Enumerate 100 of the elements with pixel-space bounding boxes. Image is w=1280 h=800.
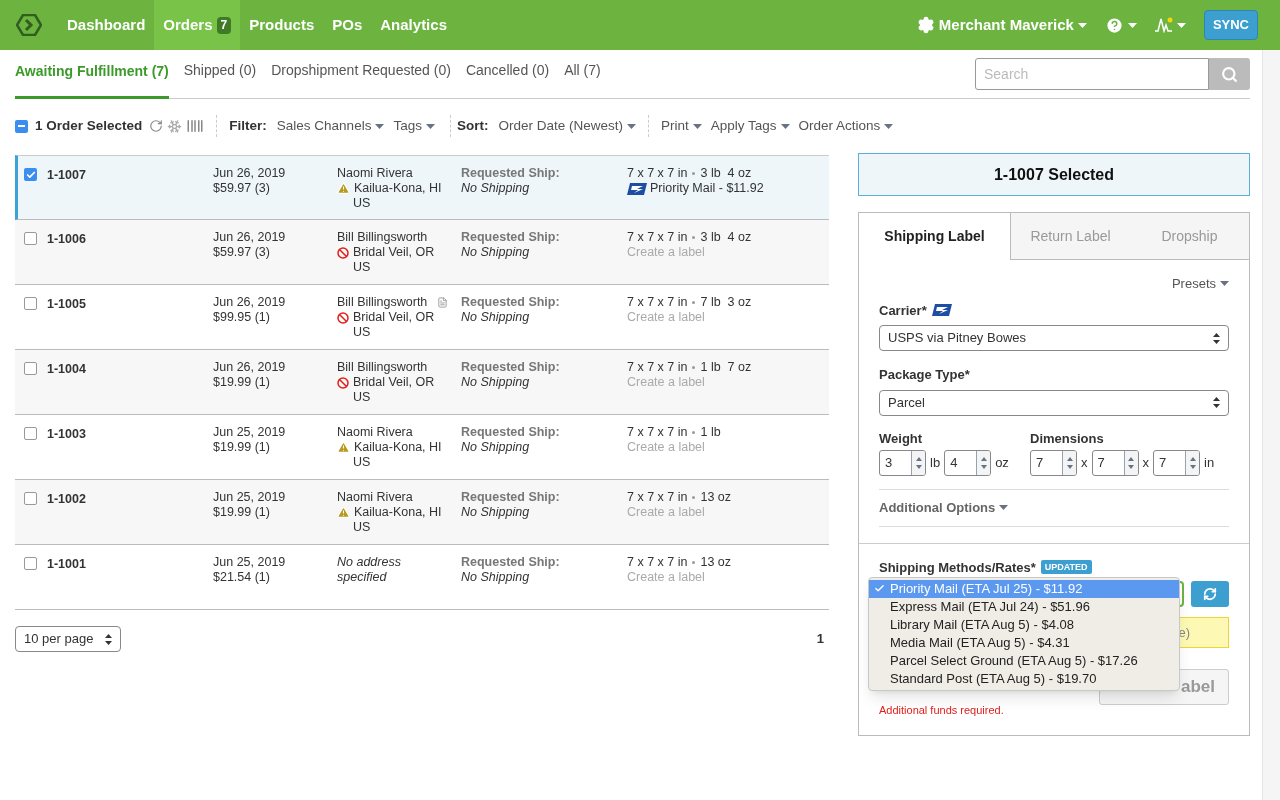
status-tab[interactable]: Dropshipment Requested (0)	[271, 60, 451, 98]
order-number[interactable]: 1-1006	[47, 230, 213, 284]
shipping-methods-label: Shipping Methods/Rates*	[879, 558, 1036, 577]
snowflake-icon[interactable]	[167, 118, 183, 134]
page-number[interactable]: 1	[816, 629, 824, 649]
package-dimensions: 7 x 7 x 7 in	[627, 166, 688, 181]
order-number[interactable]: 1-1002	[47, 490, 213, 544]
filter-dropdown[interactable]: Tags	[393, 115, 435, 137]
requested-ship-label: Requested Ship:	[461, 166, 561, 181]
stepper-arrows-icon	[1185, 451, 1199, 475]
order-number[interactable]: 1-1005	[47, 295, 213, 349]
customer-city: Bridal Veil, OR	[353, 310, 435, 325]
carrier-select[interactable]: USPS via Pitney Bowes	[879, 325, 1229, 351]
customer-name: Bill Billingsworth	[337, 295, 428, 310]
shipping-rate: Priority Mail - $11.92	[650, 181, 764, 196]
package-dimensions: 7 x 7 x 7 in	[627, 295, 688, 310]
selected-order-banner: 1-1007 Selected	[858, 153, 1250, 196]
filter-dropdown[interactable]: Sales Channels	[276, 115, 385, 137]
order-total: $59.97 (3)	[213, 245, 271, 260]
status-tab[interactable]: Shipped (0)	[183, 60, 257, 98]
row-checkbox[interactable]	[24, 427, 37, 440]
caret-icon	[1127, 22, 1137, 28]
hexagon-logo[interactable]	[16, 14, 42, 36]
rate-option[interactable]: Express Mail (ETA Jul 24) - $51.96	[869, 597, 1179, 616]
row-checkbox[interactable]	[24, 362, 37, 375]
row-checkbox[interactable]	[24, 557, 37, 570]
dimension-stepper[interactable]: 7	[1153, 450, 1200, 476]
warning-icon	[337, 506, 350, 519]
customer-city: Kailua-Kona, HI	[354, 440, 442, 455]
requested-ship-label: Requested Ship:	[461, 230, 561, 245]
refresh-rates-button[interactable]	[1191, 581, 1229, 607]
help-menu-button[interactable]	[1104, 15, 1137, 35]
activity-menu-button[interactable]	[1154, 17, 1186, 33]
barcode-icon[interactable]	[186, 117, 205, 135]
package-type-select[interactable]: Parcel	[879, 389, 1229, 416]
status-tab[interactable]: All (7)	[564, 60, 601, 98]
order-total: $59.97 (3)	[213, 181, 271, 196]
caret-icon	[425, 123, 435, 129]
status-tab[interactable]: Cancelled (0)	[465, 60, 550, 98]
order-total: $21.54 (1)	[213, 570, 271, 585]
order-date: Jun 25, 2019	[213, 555, 287, 570]
requested-ship-label: Requested Ship:	[461, 360, 561, 375]
package-weight: 1 lb 7 oz	[700, 360, 752, 375]
row-checkbox[interactable]	[24, 232, 37, 245]
stepper-arrows-icon	[1062, 451, 1076, 475]
search-field[interactable]: Search	[975, 58, 1209, 90]
search-icon	[1221, 65, 1238, 83]
status-tab[interactable]: Awaiting Fulfillment (7)	[15, 61, 169, 99]
order-row[interactable]: 1-1006 Jun 26, 2019 $59.97 (3) Bill Billingsworth Bridal Veil, OR US Requested Ship: No Shipping 7 x 7 x 7 in 3 lb 4 oz Create a label	[15, 220, 829, 285]
select-arrows-icon	[105, 633, 113, 645]
action-dropdown[interactable]: Print	[660, 115, 702, 137]
order-row[interactable]: 1-1007 Jun 26, 2019 $59.97 (3) Naomi Rivera Kailua-Kona, HI US Requested Ship: No Shipping 7 x 7 x 7 in 3 lb 4 oz Priority Mail - $11.92	[15, 155, 829, 220]
rates-dropdown-menu[interactable]	[868, 576, 1180, 691]
dimension-stepper[interactable]: 7	[1091, 450, 1139, 476]
order-total: $99.95 (1)	[213, 310, 271, 325]
customer-country: US	[352, 455, 372, 470]
warning-icon	[337, 182, 350, 195]
rate-option[interactable]: Parcel Select Ground (ETA Aug 5) - $17.26	[869, 651, 1179, 670]
package-dimensions: 7 x 7 x 7 in	[627, 555, 688, 570]
package-dimensions: 7 x 7 x 7 in	[627, 360, 688, 375]
order-total: $19.99 (1)	[213, 440, 271, 455]
row-checkbox[interactable]	[24, 492, 37, 505]
order-number[interactable]: 1-1007	[47, 166, 213, 219]
package-type-label: Package Type*	[879, 366, 971, 384]
rate-option[interactable]: Standard Post (ETA Aug 5) - $19.70	[869, 669, 1179, 688]
customer-city: Kailua-Kona, HI	[354, 181, 442, 196]
order-total: $19.99 (1)	[213, 505, 271, 520]
select-all-checkbox[interactable]	[15, 119, 28, 133]
filter-label: Filter:	[229, 116, 267, 135]
selection-count: 1 Order Selected	[35, 116, 143, 135]
requested-ship-value: No Shipping	[461, 310, 531, 325]
sort-dropdown[interactable]: Order Date (Newest)	[498, 115, 636, 137]
presets-dropdown[interactable]: Presets	[1171, 274, 1229, 294]
order-number[interactable]: 1-1004	[47, 360, 213, 414]
customer-country: US	[352, 196, 372, 211]
search-button[interactable]	[1209, 58, 1250, 90]
order-number[interactable]: 1-1003	[47, 425, 213, 479]
order-date: Jun 25, 2019	[213, 490, 287, 505]
dimension-stepper[interactable]: 7	[1030, 450, 1077, 476]
sort-label: Sort:	[456, 116, 489, 135]
action-dropdown[interactable]: Apply Tags	[710, 115, 790, 137]
order-number[interactable]: 1-1001	[47, 555, 213, 609]
order-row[interactable]: 1-1004 Jun 26, 2019 $19.99 (1) Bill Billingsworth Bridal Veil, OR US Requested Ship: No Shipping 7 x 7 x 7 in 1 lb 7 oz Create a label	[15, 350, 829, 415]
help-icon	[1104, 15, 1124, 35]
nav-item[interactable]: Orders 7	[154, 0, 241, 50]
weight-label: Weight	[879, 429, 924, 448]
order-date: Jun 26, 2019	[213, 230, 287, 245]
additional-options-toggle[interactable]: Additional Options	[879, 498, 1009, 518]
row-checkbox[interactable]	[24, 297, 37, 310]
order-row[interactable]: 1-1002 Jun 25, 2019 $19.99 (1) Naomi Rivera Kailua-Kona, HI US Requested Ship: No Shipping 7 x 7 x 7 in 13 oz Create a label	[15, 480, 829, 545]
weight-stepper[interactable]: 4	[944, 450, 992, 476]
action-dropdown[interactable]: Order Actions	[798, 115, 894, 137]
customer-name: Bill Billingsworth	[337, 230, 428, 245]
caret-icon	[1176, 22, 1186, 28]
row-checkbox[interactable]	[24, 168, 37, 181]
weight-stepper[interactable]: 3	[879, 450, 926, 476]
per-page-select[interactable]: 10 per page	[15, 626, 122, 652]
refresh-icon[interactable]	[149, 119, 164, 133]
select-arrows-icon	[1213, 397, 1220, 408]
customer-country: US	[352, 520, 372, 535]
